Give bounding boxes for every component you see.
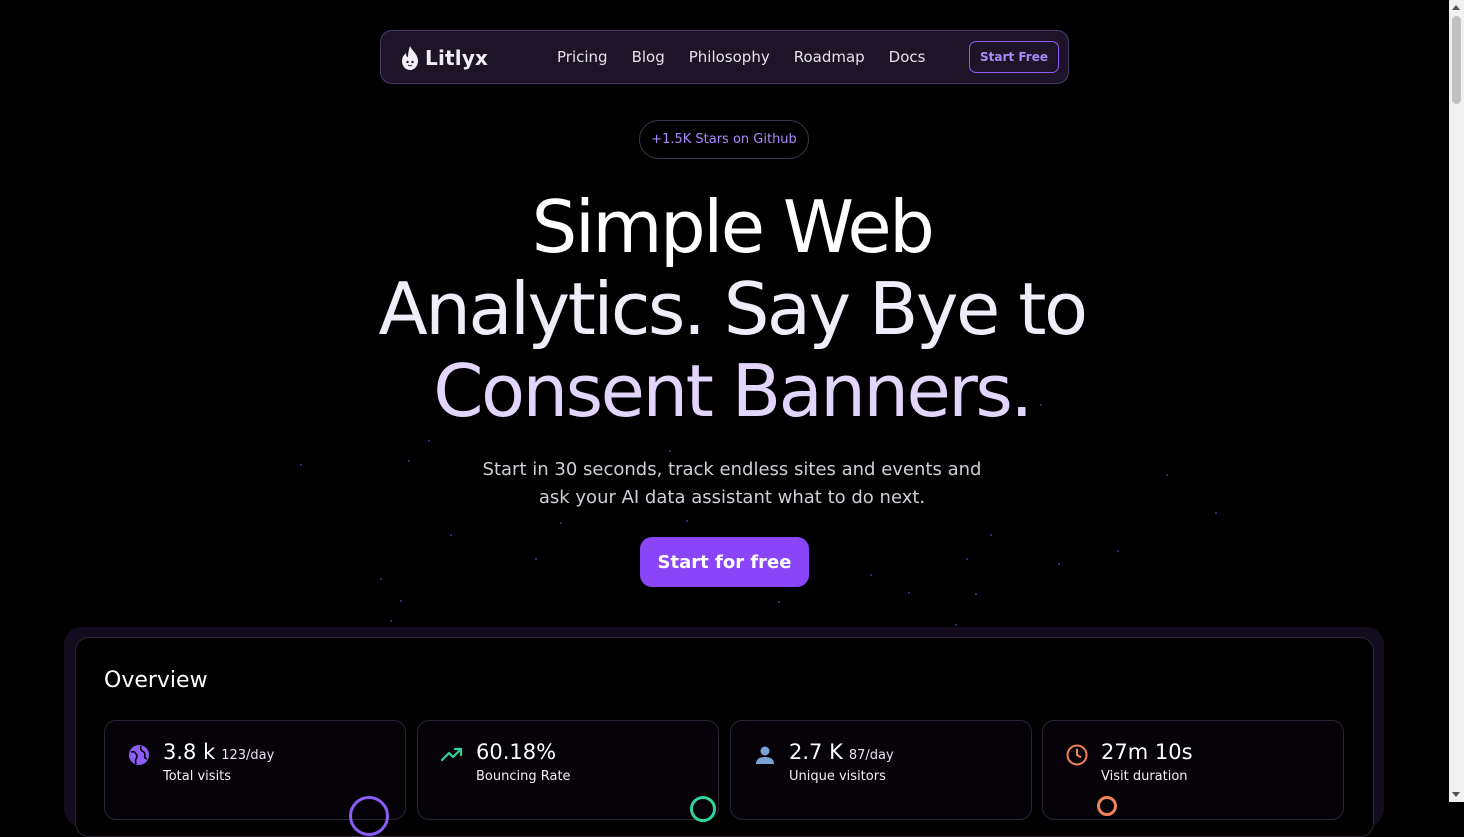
bouncing-rate-value: 60.18% [476,740,557,764]
subtitle-line-2: ask your AI data assistant what to do ne… [538,487,926,508]
total-visits-value: 3.8 k [163,740,216,764]
overview-title: Overview [104,668,208,693]
start-for-free-button[interactable]: Start for free [640,537,809,587]
total-visits-rate: 123/day [221,748,275,763]
brand-logo[interactable]: Litlyx [399,45,488,71]
scroll-up-arrow-icon[interactable] [1452,5,1460,10]
trending-up-icon [440,747,463,762]
nav-link-docs[interactable]: Docs [889,48,926,66]
chart-ring [349,796,389,836]
hero-line-2: Analytics. Say Bye to [378,267,1088,351]
subtitle-line-1: Start in 30 seconds, track endless sites… [482,459,982,480]
user-icon [756,746,774,764]
visit-duration-value: 27m 10s [1101,740,1193,764]
scrollbar-thumb[interactable] [1452,16,1461,104]
unique-visitors-value: 2.7 K [789,740,843,764]
scroll-down-arrow-icon[interactable] [1452,792,1460,797]
clock-icon [1066,744,1088,766]
unique-visitors-label: Unique visitors [789,769,886,784]
visit-duration-label: Visit duration [1101,769,1188,784]
github-stars-badge[interactable]: +1.5K Stars on Github [639,120,809,159]
nav-links: Pricing Blog Philosophy Roadmap Docs [557,31,949,83]
globe-icon [129,745,149,765]
stat-card-unique-visitors: 2.7 K 87/day Unique visitors [730,720,1032,820]
page-scrollbar[interactable] [1449,0,1464,802]
hero-line-1: Simple Web [531,185,935,269]
chart-ring [1097,796,1117,816]
stat-card-visit-duration: 27m 10s Visit duration [1042,720,1344,820]
unique-visitors-rate: 87/day [848,748,894,763]
nav-link-pricing[interactable]: Pricing [557,48,608,66]
total-visits-label: Total visits [163,769,232,784]
nav-link-blog[interactable]: Blog [632,48,665,66]
hero-heading: Simple Web Analytics. Say Bye to Consent… [332,186,1132,432]
brand-name: Litlyx [425,46,489,70]
top-navbar: Litlyx Pricing Blog Philosophy Roadmap D… [380,30,1069,84]
start-free-button[interactable]: Start Free [969,41,1059,73]
bouncing-rate-label: Bouncing Rate [476,769,571,784]
chart-ring [690,796,716,822]
stat-card-bouncing-rate: 60.18% Bouncing Rate [417,720,719,822]
nav-link-philosophy[interactable]: Philosophy [689,48,770,66]
stat-card-total-visits: 3.8 k 123/day Total visits [104,720,406,836]
hero-subtitle: Start in 30 seconds, track endless sites… [432,456,1032,512]
flame-logo-icon [402,46,418,70]
nav-link-roadmap[interactable]: Roadmap [794,48,865,66]
hero-line-3: Consent Banners. [433,349,1033,433]
